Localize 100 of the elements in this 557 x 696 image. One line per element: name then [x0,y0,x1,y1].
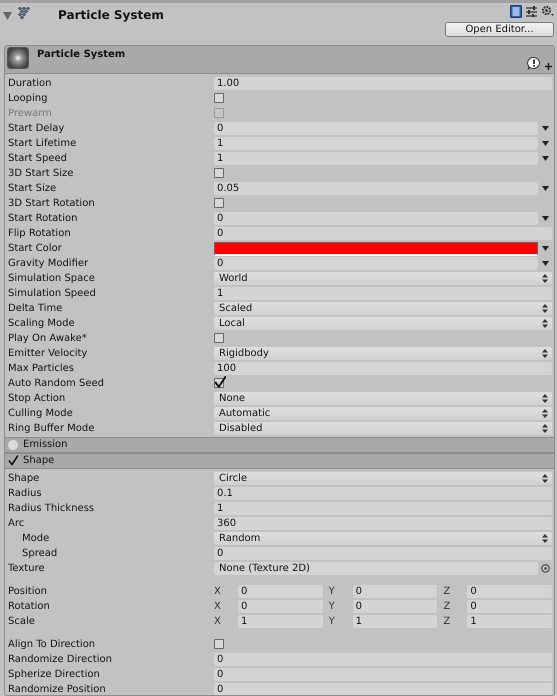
module-title: Particle System [37,48,126,62]
axis-label: X [214,586,222,597]
axis-label: Y [328,586,336,597]
number-field[interactable]: 1 [214,136,538,150]
number-field[interactable]: 0 [238,600,323,613]
module-toggle[interactable] [8,440,18,450]
sliders-icon[interactable] [526,6,537,17]
caret-icon[interactable] [542,126,548,131]
number-field[interactable]: 1 [214,502,552,515]
number-field[interactable]: 0 [214,212,538,225]
number-field[interactable]: 100 [214,362,552,375]
checkbox[interactable] [214,378,224,388]
property-label: Culling Mode [7,408,74,419]
up-down-arrows-icon [542,394,548,403]
dropdown[interactable]: Rigidbody [214,346,552,360]
number-field[interactable]: 1 [214,152,538,165]
property-label: Play On Awake* [7,332,88,344]
property-label: Mode [21,532,50,544]
property-label: Radius [7,488,43,499]
help-book-icon[interactable] [510,4,522,18]
number-field[interactable]: 0 [467,584,552,598]
property-label: Auto Random Seed [7,378,105,389]
number-field[interactable]: 0.05 [214,182,538,195]
checkbox[interactable] [214,93,224,104]
number-field[interactable]: 0 [214,122,538,135]
property-label: Prewarm [7,108,53,119]
up-down-arrows-icon [542,408,548,418]
dropdown[interactable]: Random [214,532,552,545]
number-field[interactable]: 0 [214,668,552,681]
plus-icon[interactable] [545,62,552,70]
settings-icon[interactable] [541,5,554,18]
caret-icon[interactable] [542,260,548,266]
checkbox[interactable] [214,168,224,178]
checkbox[interactable] [214,333,224,344]
number-field[interactable]: 0 [352,600,438,613]
up-down-arrows-icon [542,348,548,358]
number-field[interactable]: 0 [214,682,552,695]
up-down-arrows-icon [542,424,548,433]
number-field[interactable]: 0 [214,226,552,240]
axis-label: Z [443,600,452,612]
number-field[interactable]: 1 [238,614,323,628]
warning-bubble-icon[interactable] [527,56,541,70]
axis-label: Y [328,600,336,612]
module-toggle[interactable] [8,456,18,466]
caret-icon[interactable] [542,156,548,161]
number-field[interactable]: 0.1 [214,486,552,500]
target-icon[interactable] [540,564,550,573]
property-label: Duration [7,78,52,89]
caret-icon[interactable] [542,140,548,146]
dropdown[interactable]: None [214,392,552,405]
object-field[interactable]: None (Texture 2D) [214,562,538,575]
property-label: Stop Action [7,392,66,404]
number-field[interactable]: 1.00 [214,76,552,90]
number-field[interactable]: 1 [352,614,438,628]
number-field[interactable]: 0 [214,256,538,270]
dropdown[interactable]: World [214,272,552,285]
number-field[interactable]: 360 [214,516,552,530]
property-label: Randomize Direction [7,654,113,665]
property-label: Max Particles [7,362,76,374]
caret-icon[interactable] [542,186,548,191]
property-label: Start Speed [7,152,68,164]
property-label: Shape [7,472,40,484]
collapse-triangle-icon[interactable] [3,12,12,20]
number-field[interactable]: 0 [352,584,438,598]
number-field[interactable]: 0 [238,584,323,598]
number-field[interactable]: 0 [467,600,552,613]
checkbox[interactable] [214,639,224,650]
property-label: Position [7,586,48,597]
property-label: Emitter Velocity [7,348,88,359]
property-label: Ring Buffer Mode [7,422,96,434]
module-header[interactable]: Emission [5,436,554,453]
caret-icon[interactable] [542,246,548,252]
up-down-arrows-icon [542,304,548,313]
dropdown[interactable]: Scaled [214,302,552,315]
open-editor-button[interactable]: Open Editor... [445,22,554,37]
property-label: Start Color [7,242,63,254]
property-label: Start Lifetime [7,138,78,149]
up-down-arrows-icon [542,474,548,483]
property-label: Spread [21,548,58,559]
up-down-arrows-icon [542,534,548,543]
property-label: Radius Thickness [7,502,96,514]
dropdown[interactable]: Circle [214,472,552,485]
axis-label: Y [328,616,336,627]
module-header[interactable]: Shape [5,452,554,469]
number-field[interactable]: 1 [214,286,552,300]
property-label: Spherize Direction [7,668,101,680]
caret-icon[interactable] [542,216,548,221]
number-field[interactable]: 1 [467,614,552,628]
property-label: Scaling Mode [7,318,76,329]
dropdown[interactable]: Local [214,316,552,330]
dropdown[interactable]: Automatic [214,406,552,420]
dropdown[interactable]: Disabled [214,422,552,435]
property-label: Gravity Modifier [7,258,90,269]
number-field[interactable]: 0 [214,546,552,560]
axis-label: Z [443,616,452,627]
checkbox[interactable] [214,198,224,208]
axis-label: Z [443,586,452,597]
number-field[interactable]: 0 [214,652,552,666]
axis-label: X [214,616,222,627]
color-swatch[interactable] [214,242,538,256]
